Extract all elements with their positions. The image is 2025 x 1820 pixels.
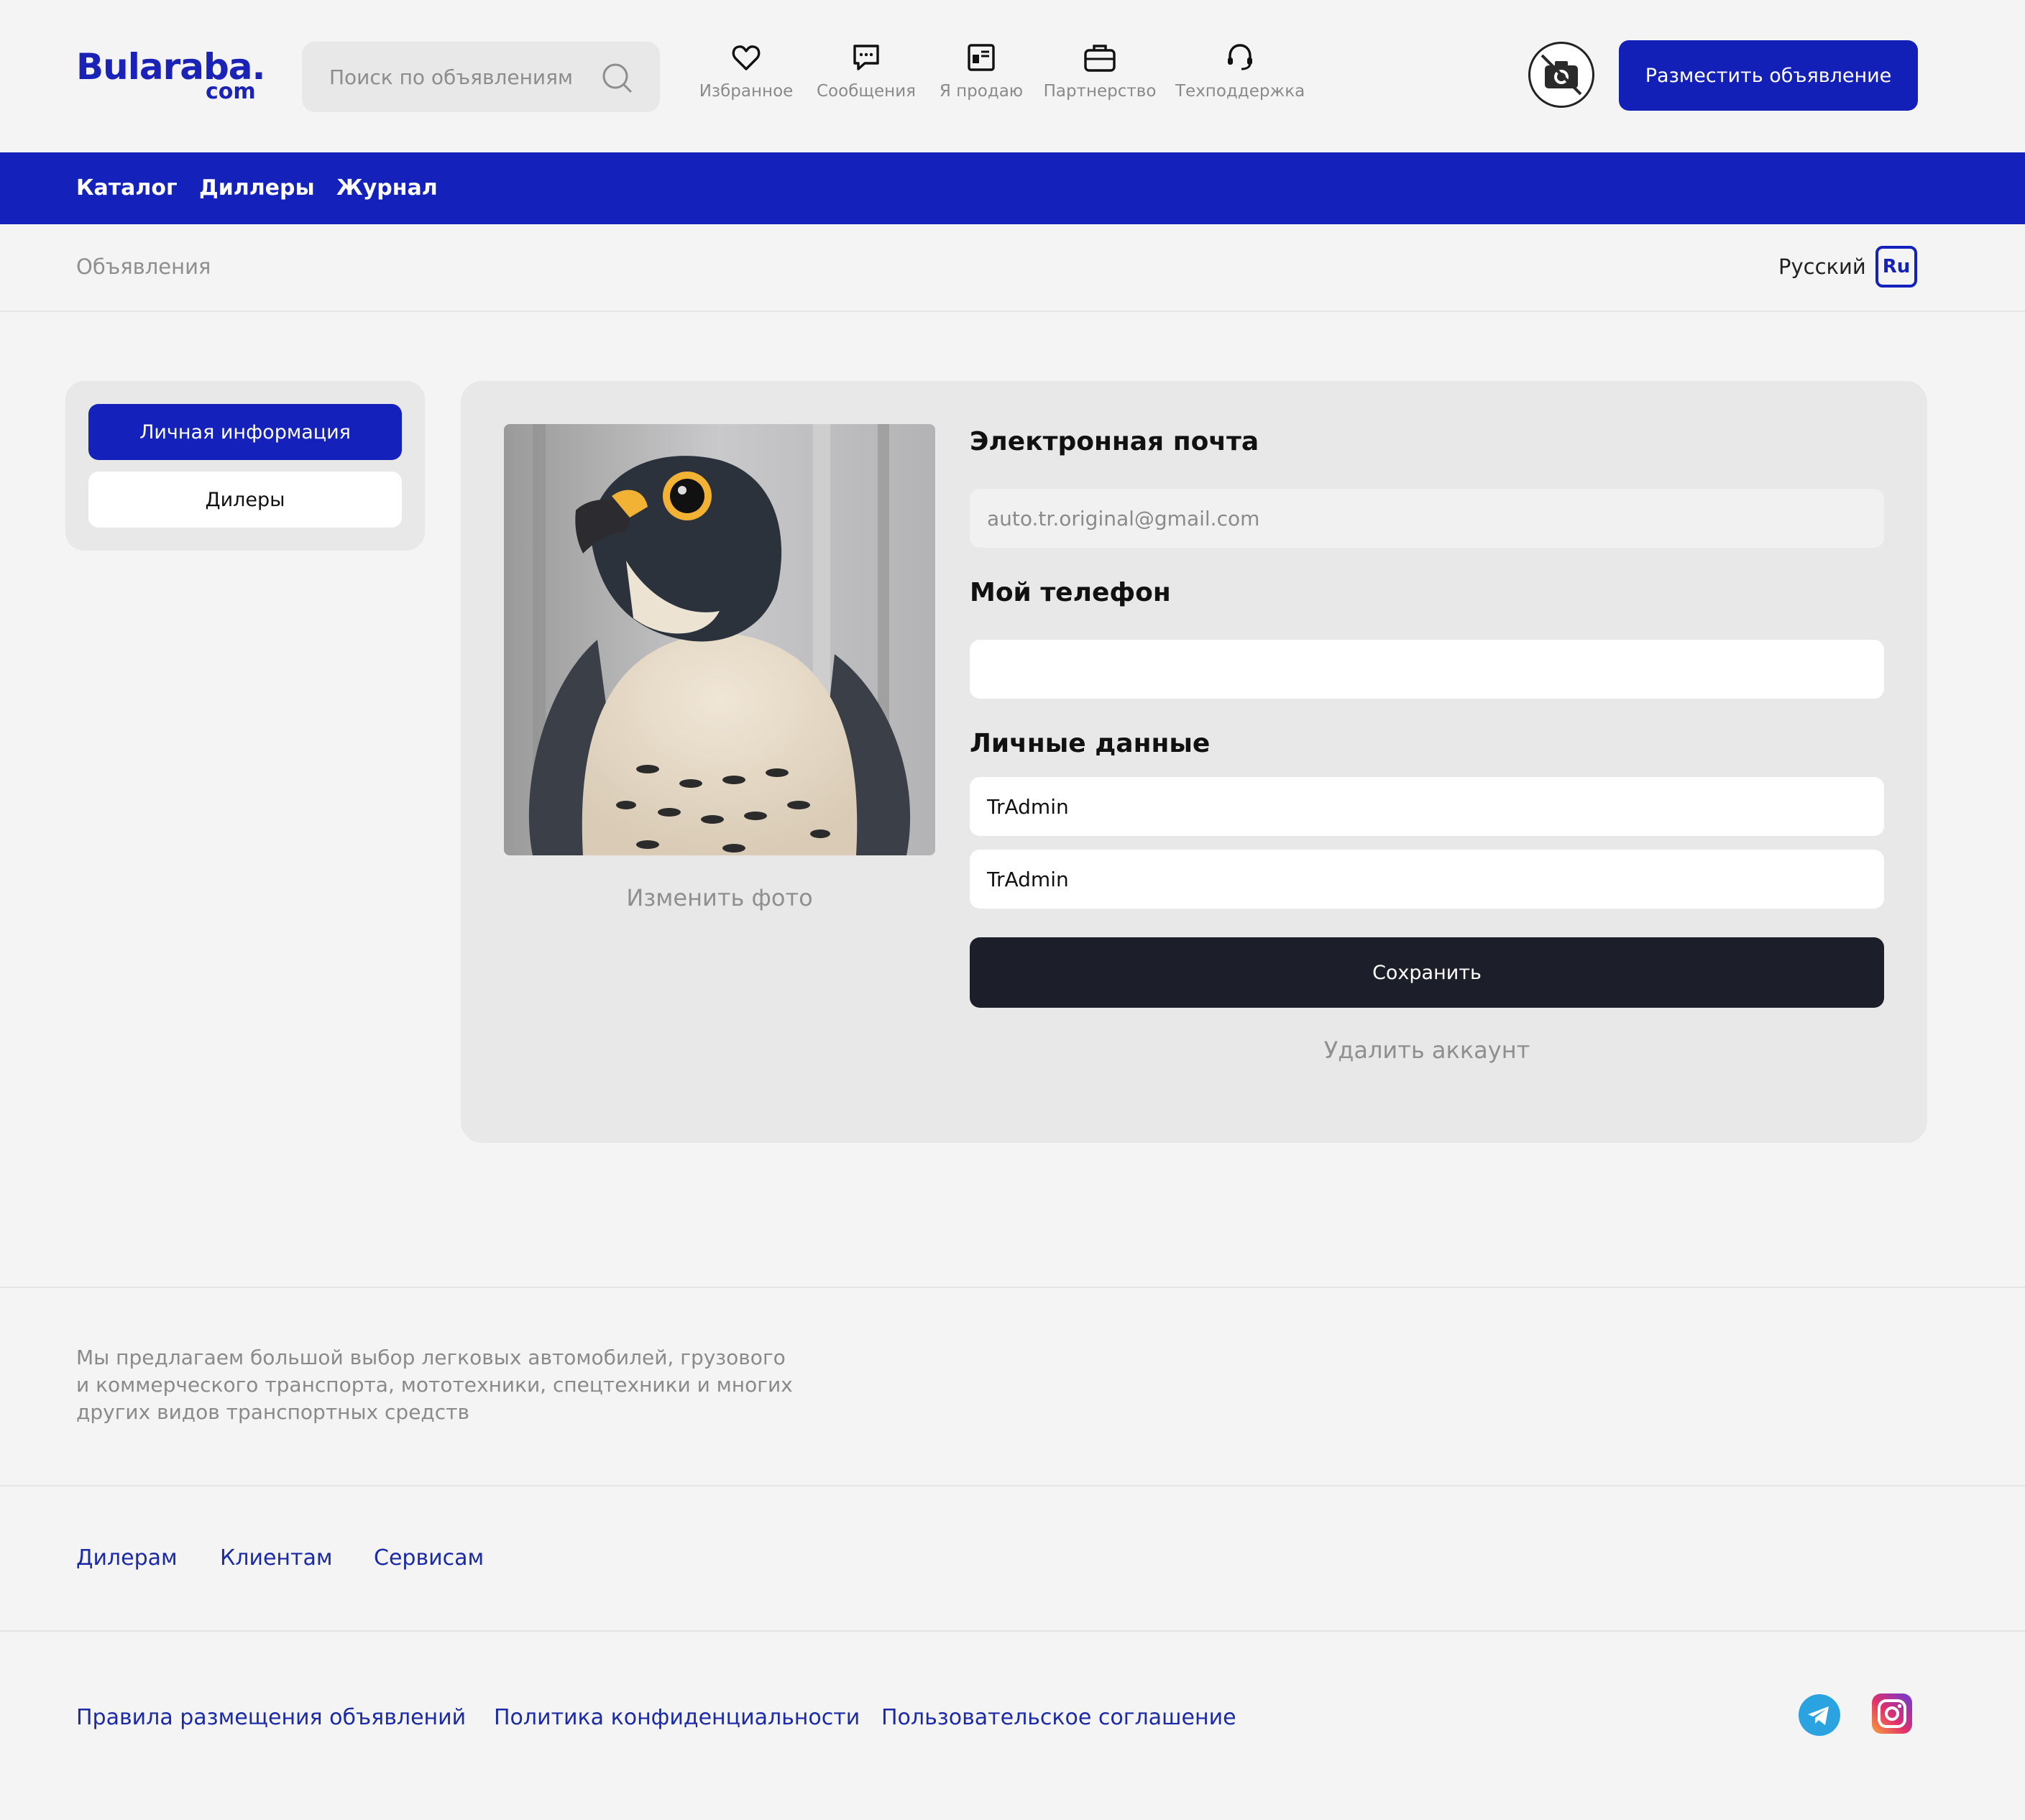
logo-subtext: com (206, 79, 256, 104)
briefcase-icon (1084, 45, 1116, 72)
breadcrumb[interactable]: Объявления (76, 254, 211, 279)
nav-messages-label: Сообщения (816, 82, 917, 101)
sidebar-item-dealers[interactable]: Дилеры (88, 472, 402, 528)
headset-icon (1228, 44, 1252, 70)
search-icon[interactable] (601, 62, 633, 93)
language-switch[interactable]: Ru (1875, 246, 1917, 288)
nav-support[interactable]: Техподдержка (1175, 42, 1305, 114)
personal-data-title: Личные данные (970, 729, 1211, 758)
nav-support-label: Техподдержка (1175, 82, 1305, 101)
nav-catalog[interactable]: Каталог (76, 175, 178, 201)
telegram-icon[interactable] (1799, 1694, 1840, 1736)
footer-link-agreement[interactable]: Пользовательское соглашение (881, 1705, 1236, 1730)
falcon-photo (504, 424, 935, 855)
nav-partnership-label: Партнерство (1043, 82, 1157, 101)
phone-field[interactable] (970, 640, 1884, 699)
chat-icon (853, 45, 879, 70)
footer-description: Мы предлагаем большой выбор легковых авт… (76, 1346, 793, 1424)
email-field[interactable] (970, 489, 1884, 548)
nav-selling[interactable]: Я продаю (935, 42, 1028, 114)
post-ad-button[interactable]: Разместить объявление (1619, 40, 1918, 111)
user-avatar-button[interactable] (1528, 42, 1594, 108)
footer-link-rules[interactable]: Правила размещения объявлений (76, 1705, 466, 1730)
footer-link-services[interactable]: Сервисам (374, 1545, 484, 1571)
nav-selling-label: Я продаю (939, 82, 1024, 101)
search-box (302, 42, 660, 112)
email-title: Электронная почта (970, 427, 1259, 456)
delete-account-link[interactable]: Удалить аккаунт (970, 1037, 1884, 1064)
phone-title: Мой телефон (970, 578, 1171, 607)
nav-messages[interactable]: Сообщения (812, 42, 920, 114)
footer-divider (0, 1287, 2025, 1288)
nav-partnership[interactable]: Партнерство (1042, 42, 1157, 114)
no-photo-icon (1540, 54, 1582, 96)
first-name-field[interactable] (970, 777, 1884, 836)
profile-photo (504, 424, 935, 855)
sidebar-item-personal-info[interactable]: Личная информация (88, 404, 402, 460)
nav-dealers[interactable]: Диллеры (199, 175, 315, 201)
nav-journal[interactable]: Журнал (336, 175, 438, 201)
save-button[interactable]: Сохранить (970, 937, 1884, 1008)
heart-icon (732, 45, 761, 70)
footer-link-dealers[interactable]: Дилерам (76, 1545, 178, 1571)
listing-icon (968, 44, 995, 71)
change-photo-link[interactable]: Изменить фото (504, 884, 935, 911)
footer-divider (0, 1630, 2025, 1632)
instagram-icon[interactable] (1872, 1693, 1912, 1734)
nav-favorites[interactable]: Избранное (696, 42, 796, 114)
nav-favorites-label: Избранное (699, 82, 794, 101)
footer-link-privacy[interactable]: Политика конфиденциальности (494, 1705, 860, 1730)
language-label[interactable]: Русский (1778, 254, 1866, 279)
site-logo[interactable]: Bularaba. com (76, 46, 266, 104)
breadcrumb-row (0, 224, 2025, 312)
last-name-field[interactable] (970, 850, 1884, 909)
footer-link-clients[interactable]: Клиентам (220, 1545, 333, 1571)
footer-divider (0, 1485, 2025, 1486)
